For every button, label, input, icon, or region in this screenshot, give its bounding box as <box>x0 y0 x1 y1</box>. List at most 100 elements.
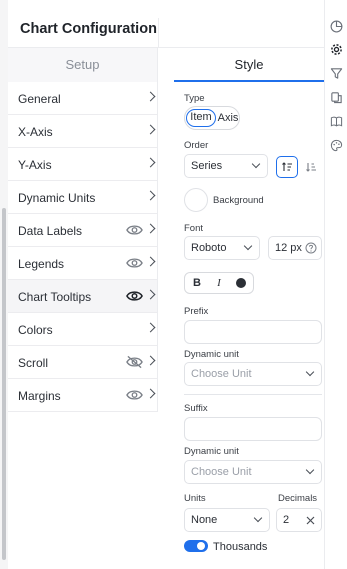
section-menu: General X-Axis Y-Axis Dynamic Units Data… <box>8 82 158 412</box>
font-label: Font <box>184 223 204 234</box>
chevron-right-icon <box>145 388 156 399</box>
sort-ascending-button[interactable] <box>276 156 298 178</box>
filter-icon[interactable] <box>330 67 343 80</box>
units-select[interactable]: None <box>184 508 270 532</box>
type-toggle: Item Axis <box>184 106 240 130</box>
chevron-right-icon <box>145 256 156 267</box>
right-icon-rail <box>324 0 347 569</box>
help-icon[interactable] <box>305 242 317 254</box>
chevron-right-icon <box>145 223 156 234</box>
pie-chart-icon[interactable] <box>330 20 343 33</box>
italic-button[interactable]: I <box>209 275 229 291</box>
toggle-knob <box>197 542 205 550</box>
sort-ascending-icon <box>282 162 292 171</box>
units-label: Units <box>184 493 206 504</box>
menu-item-label: X-Axis <box>18 125 53 139</box>
font-color-button[interactable] <box>231 275 251 291</box>
tab-setup[interactable]: Setup <box>8 48 158 82</box>
chevron-right-icon <box>145 355 156 366</box>
suffix-unit-select[interactable]: Choose Unit <box>184 460 322 484</box>
bold-button[interactable]: B <box>187 275 207 291</box>
chevron-down-icon <box>251 159 261 169</box>
menu-item-label: Scroll <box>18 356 49 370</box>
menu-item-chart-tooltips[interactable]: Chart Tooltips <box>8 280 157 313</box>
eye-icon[interactable] <box>126 388 143 402</box>
units-value: None <box>191 514 218 526</box>
palette-icon[interactable] <box>330 139 343 152</box>
font-family-select[interactable]: Roboto <box>184 236 260 260</box>
chevron-right-icon <box>145 190 156 201</box>
prefix-input[interactable] <box>184 320 322 344</box>
page-title: Chart Configuration <box>20 21 157 37</box>
order-label: Order <box>184 140 209 151</box>
menu-item-label: Margins <box>18 389 61 403</box>
menu-item-label: Data Labels <box>18 224 83 238</box>
menu-item-colors[interactable]: Colors <box>8 313 157 346</box>
config-tabs: Setup Style <box>8 48 324 82</box>
menu-item-margins[interactable]: Margins <box>8 379 157 412</box>
type-item-option[interactable]: Item <box>186 109 216 127</box>
text-format-group: B I <box>184 272 254 294</box>
font-size-input[interactable]: 12 px <box>268 236 322 260</box>
menu-item-data-labels[interactable]: Data Labels <box>8 214 157 247</box>
active-tab-indicator <box>174 80 324 82</box>
font-family-value: Roboto <box>191 242 227 254</box>
menu-item-label: Legends <box>18 257 65 271</box>
order-select[interactable]: Series <box>184 154 268 178</box>
menu-item-y-axis[interactable]: Y-Axis <box>8 148 157 181</box>
background-color-swatch[interactable] <box>184 188 208 212</box>
chevron-down-icon <box>243 241 253 251</box>
chevron-right-icon <box>145 91 156 102</box>
menu-item-legends[interactable]: Legends <box>8 247 157 280</box>
suffix-input[interactable] <box>184 417 322 441</box>
color-dot-icon <box>236 278 246 288</box>
chevron-down-icon <box>305 367 315 377</box>
eye-icon[interactable] <box>126 289 143 303</box>
eye-off-icon[interactable] <box>126 355 143 369</box>
suffix-label: Suffix <box>184 403 208 414</box>
menu-item-scroll[interactable]: Scroll <box>8 346 157 379</box>
chevron-right-icon <box>145 322 156 333</box>
divider <box>184 394 322 395</box>
book-icon[interactable] <box>330 115 343 128</box>
prefix-dynamic-unit-label: Dynamic unit <box>184 349 239 360</box>
left-scrollbar[interactable] <box>0 0 8 569</box>
thousands-toggle[interactable] <box>184 540 208 552</box>
chevron-down-icon <box>253 513 263 523</box>
menu-item-general[interactable]: General <box>8 82 157 115</box>
menu-item-label: Colors <box>18 323 53 337</box>
panel-header: Chart Configuration <box>8 0 324 48</box>
order-value: Series <box>191 160 223 172</box>
menu-item-x-axis[interactable]: X-Axis <box>8 115 157 148</box>
type-axis-option[interactable]: Axis <box>216 109 240 127</box>
header-divider <box>158 18 159 48</box>
menu-item-dynamic-units[interactable]: Dynamic Units <box>8 181 157 214</box>
copy-transform-icon[interactable] <box>330 91 343 104</box>
chevron-down-icon <box>305 465 315 475</box>
sort-descending-icon <box>306 163 316 172</box>
chevron-right-icon <box>145 124 156 135</box>
chevron-right-icon <box>145 289 156 300</box>
scrollbar-thumb[interactable] <box>2 208 6 560</box>
chevron-right-icon <box>145 157 156 168</box>
menu-item-label: Y-Axis <box>18 158 52 172</box>
background-label: Background <box>213 195 264 206</box>
chart-configuration-panel: Chart Configuration Setup Style General … <box>8 0 324 569</box>
eye-icon[interactable] <box>126 223 143 237</box>
suffix-dynamic-unit-label: Dynamic unit <box>184 446 239 457</box>
font-size-value: 12 px <box>275 242 302 254</box>
prefix-unit-select[interactable]: Choose Unit <box>184 362 322 386</box>
menu-item-label: Dynamic Units <box>18 191 96 205</box>
suffix-unit-placeholder: Choose Unit <box>191 466 252 478</box>
clear-icon[interactable] <box>306 516 315 525</box>
prefix-unit-placeholder: Choose Unit <box>191 368 252 380</box>
decimals-label: Decimals <box>278 493 318 504</box>
gear-icon[interactable] <box>330 43 343 56</box>
menu-item-label: Chart Tooltips <box>18 290 92 304</box>
eye-icon[interactable] <box>126 256 143 270</box>
sort-descending-button[interactable] <box>300 156 322 178</box>
decimals-input[interactable]: 2 <box>276 508 322 532</box>
thousands-label: Thousands <box>213 541 268 553</box>
tab-style[interactable]: Style <box>174 48 324 82</box>
menu-item-label: General <box>18 92 61 106</box>
